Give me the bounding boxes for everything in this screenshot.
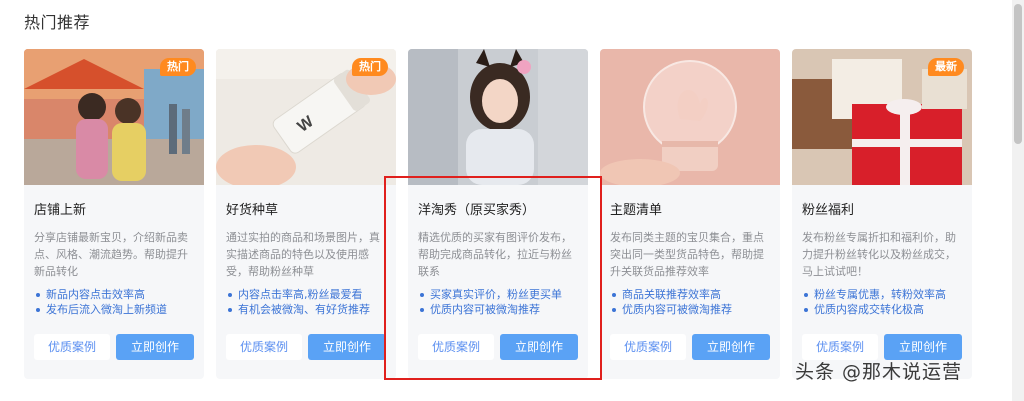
card-title: 洋淘秀（原买家秀） bbox=[418, 203, 536, 218]
feature-item: 优质内容可被微淘推荐 bbox=[610, 302, 780, 317]
feature-item: 买家真实评价，粉丝更买单 bbox=[418, 287, 588, 302]
card-title: 好货种草 bbox=[226, 203, 279, 218]
feature-item: 优质内容可被微淘推荐 bbox=[418, 302, 588, 317]
new-badge: 最新 bbox=[928, 58, 964, 76]
feature-list: 内容点击率高,粉丝最爱看 有机会被微淘、有好货推荐 bbox=[226, 287, 396, 317]
scrollbar-thumb[interactable] bbox=[1014, 4, 1022, 144]
create-now-button[interactable]: 立即创作 bbox=[308, 334, 386, 360]
feature-item: 新品内容点击效率高 bbox=[34, 287, 204, 302]
card-description: 分享店铺最新宝贝，介绍新品卖点、风格、潮流趋势。帮助提升新品转化 bbox=[34, 231, 188, 278]
feature-item: 优质内容成交转化极高 bbox=[802, 302, 972, 317]
card-theme-list[interactable]: 主题清单 发布同类主题的宝贝集合，重点突出同一类型货品特色，帮助提升关联货品推荐… bbox=[600, 49, 780, 379]
quality-case-button[interactable]: 优质案例 bbox=[34, 334, 110, 360]
card-buyer-show[interactable]: 洋淘秀（原买家秀） 精选优质的买家有图评价发布，帮助完成商品转化，拉近与粉丝联系… bbox=[408, 49, 588, 379]
card-description: 发布粉丝专属折扣和福利价，助力提升粉丝转化以及粉丝成交，马上试试吧！ bbox=[802, 231, 956, 278]
card-title: 粉丝福利 bbox=[802, 203, 855, 218]
card-image: 热门 bbox=[24, 49, 204, 185]
quality-case-button[interactable]: 优质案例 bbox=[226, 334, 302, 360]
create-now-button[interactable]: 立即创作 bbox=[692, 334, 770, 360]
create-now-button[interactable]: 立即创作 bbox=[116, 334, 194, 360]
card-title: 主题清单 bbox=[610, 203, 663, 218]
quality-case-button[interactable]: 优质案例 bbox=[418, 334, 494, 360]
card-description: 发布同类主题的宝贝集合，重点突出同一类型货品特色，帮助提升关联货品推荐效率 bbox=[610, 231, 764, 278]
section-title: 热门推荐 bbox=[24, 13, 91, 32]
create-now-button[interactable]: 立即创作 bbox=[500, 334, 578, 360]
feature-item: 粉丝专属优惠，转粉效率高 bbox=[802, 287, 972, 302]
card-fan-benefit[interactable]: 最新 粉丝福利 发布粉丝专属折扣和福利价，助力提升粉丝转化以及粉丝成交，马上试试… bbox=[792, 49, 972, 379]
card-image: 最新 bbox=[792, 49, 972, 185]
hot-badge: 热门 bbox=[352, 58, 388, 76]
card-store-new[interactable]: 热门 店铺上新 分享店铺最新宝贝，介绍新品卖点、风格、潮流趋势。帮助提升新品转化… bbox=[24, 49, 204, 379]
card-good-product[interactable]: W 热门 好货种草 通过实拍的商品和场景图片，真实描述商品的特色以及使用感受，帮… bbox=[216, 49, 396, 379]
card-image: W 热门 bbox=[216, 49, 396, 185]
feature-item: 有机会被微淘、有好货推荐 bbox=[226, 302, 396, 317]
card-title: 店铺上新 bbox=[34, 203, 87, 218]
feature-list: 买家真实评价，粉丝更买单 优质内容可被微淘推荐 bbox=[418, 287, 588, 317]
card-description: 通过实拍的商品和场景图片，真实描述商品的特色以及使用感受，帮助粉丝种草 bbox=[226, 231, 380, 278]
quality-case-button[interactable]: 优质案例 bbox=[610, 334, 686, 360]
card-description: 精选优质的买家有图评价发布，帮助完成商品转化，拉近与粉丝联系 bbox=[418, 231, 572, 278]
card-image bbox=[408, 49, 588, 185]
feature-item: 发布后流入微淘上新频道 bbox=[34, 302, 204, 317]
card-image bbox=[600, 49, 780, 185]
hot-badge: 热门 bbox=[160, 58, 196, 76]
feature-item: 商品关联推荐效率高 bbox=[610, 287, 780, 302]
vertical-scrollbar[interactable] bbox=[1012, 0, 1024, 401]
feature-list: 新品内容点击效率高 发布后流入微淘上新频道 bbox=[34, 287, 204, 317]
feature-item: 内容点击率高,粉丝最爱看 bbox=[226, 287, 396, 302]
feature-list: 商品关联推荐效率高 优质内容可被微淘推荐 bbox=[610, 287, 780, 317]
feature-list: 粉丝专属优惠，转粉效率高 优质内容成交转化极高 bbox=[802, 287, 972, 317]
watermark-text: 头条 @那木说运营 bbox=[795, 361, 963, 383]
